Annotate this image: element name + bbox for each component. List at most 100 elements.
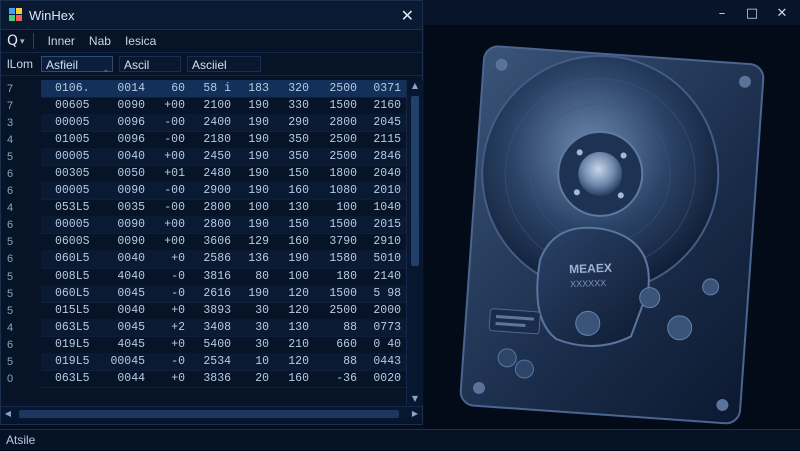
table-cell[interactable]: 0044 — [93, 372, 149, 385]
table-row[interactable]: 3 00005 0096 -00 2400 190 290 2800 2045 — [1, 113, 406, 132]
table-cell[interactable]: 1800 — [313, 167, 361, 180]
table-cell[interactable]: 00045 — [93, 355, 149, 368]
table-cell[interactable]: 0106. — [41, 82, 93, 95]
table-cell[interactable]: 190 — [235, 133, 273, 146]
table-row[interactable]: 7 00605 0090 +00 2100 190 330 1500 2160 — [1, 97, 406, 115]
table-cell[interactable]: 0600S — [41, 235, 93, 248]
table-cell[interactable]: 0020 — [361, 372, 405, 385]
table-cell[interactable]: 1500 — [313, 99, 361, 112]
table-cell[interactable]: 1500 — [313, 287, 361, 300]
table-cell[interactable]: 120 — [273, 304, 313, 317]
table-cell[interactable]: 5 98 — [361, 287, 405, 300]
table-cell[interactable]: 190 — [235, 99, 273, 112]
table-cell[interactable]: 0050 — [93, 167, 149, 180]
maximize-button[interactable]: □ — [744, 6, 760, 21]
table-cell[interactable]: 1080 — [313, 184, 361, 197]
table-cell[interactable]: 019L5 — [41, 338, 93, 351]
table-cell[interactable]: +0 — [149, 338, 189, 351]
table-cell[interactable]: 0096 — [93, 133, 149, 146]
table-cell[interactable]: 130 — [273, 321, 313, 334]
table-cell[interactable]: 160 — [273, 372, 313, 385]
horizontal-scrollbar[interactable]: ◀ ▶ — [1, 406, 422, 421]
table-cell[interactable]: 0090 — [93, 218, 149, 231]
table-cell[interactable]: 2010 — [361, 184, 405, 197]
table-row[interactable]: 6 060L5 0040 +0 2586 136 190 1580 5010 — [1, 250, 406, 269]
table-cell[interactable]: 3893 — [189, 304, 235, 317]
table-cell[interactable]: 2800 — [189, 218, 235, 231]
table-cell[interactable]: 0040 — [93, 150, 149, 163]
table-cell[interactable]: 190 — [235, 167, 273, 180]
table-cell[interactable]: 190 — [235, 184, 273, 197]
table-cell[interactable]: 063L5 — [41, 321, 93, 334]
table-cell[interactable]: 190 — [235, 287, 273, 300]
table-cell[interactable]: 2900 — [189, 184, 235, 197]
table-cell[interactable]: -00 — [149, 201, 189, 214]
table-row[interactable]: 5 00005 0040 +00 2450 190 350 2500 2846 — [1, 147, 406, 166]
table-cell[interactable]: 00005 — [41, 184, 93, 197]
table-cell[interactable]: 350 — [273, 150, 313, 163]
table-cell[interactable]: 060L5 — [41, 287, 93, 300]
table-cell[interactable]: 290 — [273, 116, 313, 129]
table-row[interactable]: 5 0600S 0090 +00 3606 129 160 3790 2910 — [1, 234, 406, 252]
table-cell[interactable]: -0 — [149, 270, 189, 283]
table-cell[interactable]: 2500 — [313, 150, 361, 163]
table-cell[interactable]: 063L5 — [41, 372, 93, 385]
table-cell[interactable]: 30 — [235, 304, 273, 317]
table-cell[interactable]: 120 — [273, 355, 313, 368]
table-cell[interactable]: 2040 — [361, 167, 405, 180]
table-row[interactable]: 4 063L5 0045 +2 3408 30 130 88 0773 — [1, 318, 406, 337]
table-cell[interactable]: 0 40 — [361, 338, 405, 351]
table-cell[interactable]: 0090 — [93, 184, 149, 197]
tool-dropdown[interactable]: Q ▾ — [7, 33, 34, 49]
toolbar-item-nab[interactable]: Nab — [89, 34, 111, 48]
table-cell[interactable]: 190 — [235, 218, 273, 231]
table-cell[interactable]: 008L5 — [41, 270, 93, 283]
table-cell[interactable]: 2045 — [361, 116, 405, 129]
table-cell[interactable]: 330 — [273, 99, 313, 112]
table-cell[interactable]: 80 — [235, 270, 273, 283]
table-cell[interactable]: 88 — [313, 355, 361, 368]
vertical-scroll-thumb[interactable] — [411, 96, 419, 266]
table-cell[interactable]: 100 — [273, 270, 313, 283]
table-cell[interactable]: 2450 — [189, 150, 235, 163]
table-cell[interactable]: 2586 — [189, 252, 235, 265]
table-cell[interactable]: 2480 — [189, 167, 235, 180]
table-cell[interactable]: 0371 — [361, 82, 405, 95]
table-cell[interactable]: +00 — [149, 99, 189, 112]
table-cell[interactable]: +00 — [149, 235, 189, 248]
table-cell[interactable]: 00605 — [41, 99, 93, 112]
column-field-ascil[interactable]: Ascil — [119, 56, 181, 72]
table-cell[interactable]: 01005 — [41, 133, 93, 146]
table-cell[interactable]: 160 — [273, 235, 313, 248]
table-cell[interactable]: 2616 — [189, 287, 235, 300]
table-cell[interactable]: 4040 — [93, 270, 149, 283]
table-cell[interactable]: 130 — [273, 201, 313, 214]
table-row[interactable]: 6 00305 0050 +01 2480 190 150 1800 2040 — [1, 165, 406, 184]
table-cell[interactable]: 0090 — [93, 99, 149, 112]
table-cell[interactable]: 180 — [313, 270, 361, 283]
table-cell[interactable]: -0 — [149, 287, 189, 300]
table-cell[interactable]: 160 — [273, 184, 313, 197]
table-cell[interactable]: 100 — [313, 201, 361, 214]
table-cell[interactable]: 0045 — [93, 287, 149, 300]
table-row[interactable]: 5 060L5 0045 -0 2616 190 120 1500 5 98 — [1, 284, 406, 303]
table-cell[interactable]: 2115 — [361, 133, 405, 146]
outer-close-button[interactable]: ✕ — [774, 6, 790, 21]
scroll-right-arrow-icon[interactable]: ▶ — [408, 407, 422, 421]
table-cell[interactable]: 2500 — [313, 304, 361, 317]
table-cell[interactable]: 1580 — [313, 252, 361, 265]
table-cell[interactable]: 350 — [273, 133, 313, 146]
table-cell[interactable]: +00 — [149, 218, 189, 231]
scroll-up-arrow-icon[interactable]: ▲ — [407, 80, 423, 92]
toolbar-item-inner[interactable]: Inner — [48, 34, 75, 48]
table-cell[interactable]: +0 — [149, 372, 189, 385]
column-field-asciiel[interactable]: Asciiel — [187, 56, 261, 72]
table-cell[interactable]: 00305 — [41, 167, 93, 180]
scroll-left-arrow-icon[interactable]: ◀ — [1, 407, 15, 421]
table-row[interactable]: 6 00005 0090 -00 2900 190 160 1080 2010 — [1, 182, 406, 201]
table-cell[interactable]: 0090 — [93, 235, 149, 248]
close-button[interactable]: ✕ — [401, 6, 414, 25]
table-cell[interactable]: 2180 — [189, 133, 235, 146]
table-cell[interactable]: 00005 — [41, 218, 93, 231]
table-cell[interactable]: 60 — [149, 82, 189, 95]
